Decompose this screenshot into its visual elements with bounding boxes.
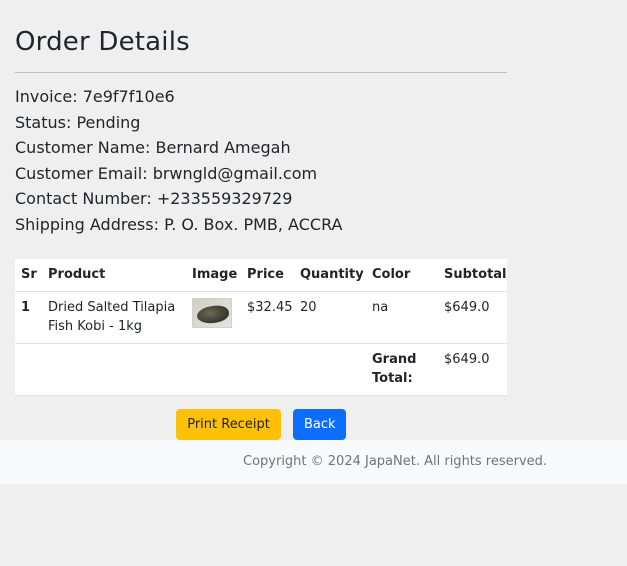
grand-total-row: Grand Total: $649.0 xyxy=(15,343,507,396)
customer-email-value: brwngld@gmail.com xyxy=(152,163,318,183)
table-header-row: Sr Product Image Price Quantity Color Su… xyxy=(15,259,507,292)
customer-email-row: Customer Email: brwngld@gmail.com xyxy=(15,161,515,187)
row-product: Dried Salted Tilapia Fish Kobi - 1kg xyxy=(42,291,186,344)
shipping-address-row: Shipping Address: P. O. Box. PMB, ACCRA xyxy=(15,212,515,238)
copyright-text: Copyright © 2024 JapaNet. All rights res… xyxy=(243,454,548,469)
row-price: $32.45 xyxy=(241,291,294,344)
column-header-product: Product xyxy=(42,259,186,292)
column-header-subtotal: Subtotal xyxy=(438,259,507,292)
page-title: Order Details xyxy=(15,27,190,57)
shipping-address-value: P. O. Box. PMB, ACCRA xyxy=(164,214,343,234)
page: Order Details Invoice: 7e9f7f10e6 Status… xyxy=(0,0,627,566)
column-header-image: Image xyxy=(186,259,241,292)
status-value: Pending xyxy=(76,112,141,132)
grand-total-spacer xyxy=(15,343,366,396)
fish-icon xyxy=(196,303,230,325)
back-button[interactable]: Back xyxy=(293,409,346,440)
print-receipt-button[interactable]: Print Receipt xyxy=(176,409,281,440)
customer-email-label: Customer Email: xyxy=(15,163,148,183)
fish-product-image[interactable] xyxy=(192,297,232,328)
column-header-color: Color xyxy=(366,259,438,292)
customer-name-value: Bernard Amegah xyxy=(155,138,291,157)
column-header-price: Price xyxy=(241,259,294,292)
column-header-quantity: Quantity xyxy=(294,259,366,292)
contact-number-value: +233559329729 xyxy=(156,189,293,208)
status-label: Status: xyxy=(15,112,72,132)
row-color: na xyxy=(366,291,438,344)
row-quantity: 20 xyxy=(294,291,366,344)
order-items-table: Sr Product Image Price Quantity Color Su… xyxy=(15,259,507,396)
column-header-sr: Sr xyxy=(15,259,42,292)
customer-name-row: Customer Name: Bernard Amegah xyxy=(15,135,515,161)
row-sr: 1 xyxy=(15,291,42,344)
footer: Copyright © 2024 JapaNet. All rights res… xyxy=(0,440,627,484)
customer-name-label: Customer Name: xyxy=(15,138,151,157)
row-subtotal: $649.0 xyxy=(438,291,507,344)
grand-total-value: $649.0 xyxy=(438,343,507,396)
title-divider xyxy=(15,72,507,73)
shipping-address-label: Shipping Address: xyxy=(15,214,159,234)
status-row: Status: Pending xyxy=(15,110,515,136)
invoice-label: Invoice: xyxy=(15,87,78,106)
contact-number-label: Contact Number: xyxy=(15,189,152,208)
row-image-cell xyxy=(186,291,241,344)
table-row: 1 Dried Salted Tilapia Fish Kobi - 1kg $… xyxy=(15,291,507,344)
invoice-row: Invoice: 7e9f7f10e6 xyxy=(15,84,515,110)
contact-number-row: Contact Number: +233559329729 xyxy=(15,186,515,212)
invoice-value: 7e9f7f10e6 xyxy=(82,87,175,106)
order-info: Invoice: 7e9f7f10e6 Status: Pending Cust… xyxy=(15,84,515,237)
grand-total-label: Grand Total: xyxy=(366,343,438,396)
